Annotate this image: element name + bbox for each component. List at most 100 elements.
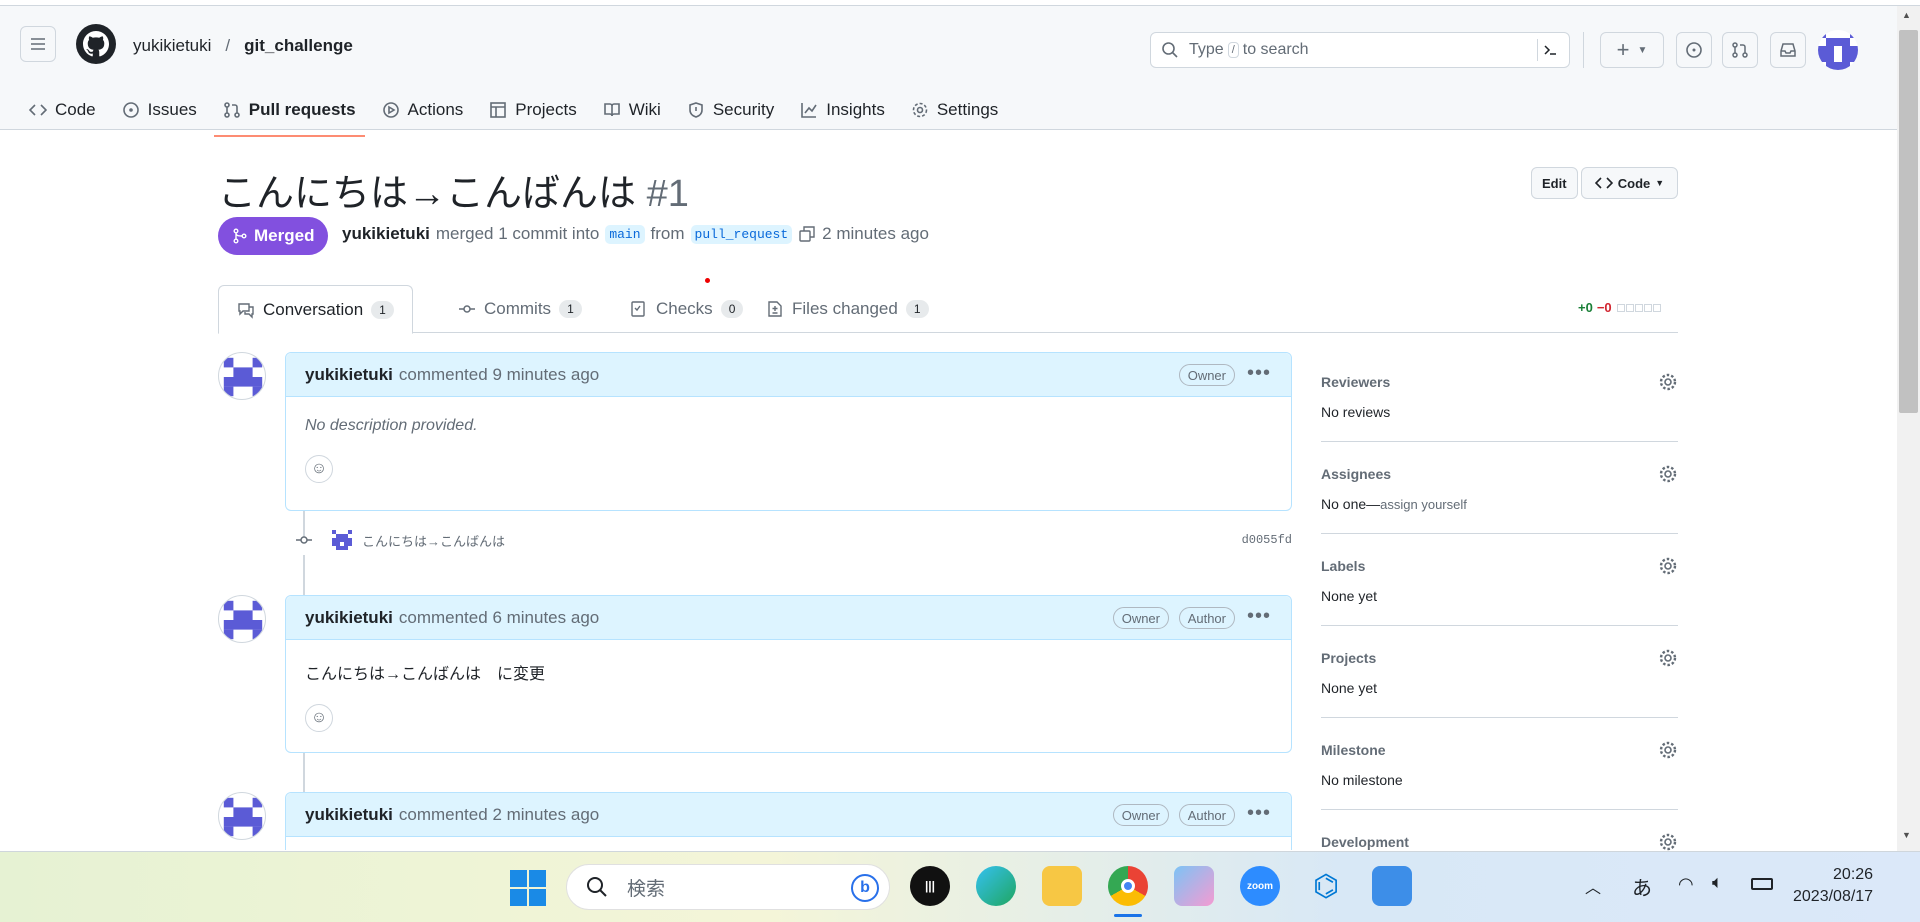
inbox-icon — [1780, 43, 1796, 57]
pull-requests-button[interactable] — [1722, 32, 1758, 68]
search-input[interactable]: Type / to search — [1150, 32, 1570, 68]
smiley-icon[interactable]: ☺ — [305, 455, 333, 483]
tab-files-changed-label: Files changed — [792, 299, 898, 318]
kebab-horizontal-icon[interactable]: ••• — [1247, 362, 1271, 385]
assign-yourself-link[interactable]: assign yourself — [1380, 497, 1467, 512]
copy-icon[interactable] — [798, 225, 816, 243]
base-branch[interactable]: main — [605, 224, 645, 244]
inbox-button[interactable] — [1770, 32, 1806, 68]
diffstat-additions: +0 — [1578, 300, 1593, 315]
gear-icon[interactable] — [1658, 648, 1678, 668]
head-branch[interactable]: pull_request — [690, 224, 793, 244]
tab-conversation[interactable]: Conversation 1 — [218, 285, 413, 334]
gear-icon — [912, 102, 928, 118]
code-dropdown-button[interactable]: Code ▼ — [1581, 167, 1678, 199]
bing-icon[interactable]: b — [851, 874, 879, 902]
git-pull-request-icon — [223, 102, 240, 118]
menu-button[interactable] — [20, 26, 56, 62]
vscode-icon[interactable]: ⌬ — [1306, 866, 1346, 906]
tab-code-label: Code — [55, 100, 96, 119]
volume-icon[interactable]: 🔈︎ — [1712, 872, 1723, 893]
commit-sha[interactable]: d0055fd — [1242, 533, 1292, 547]
checklist-icon — [631, 301, 645, 317]
avatar[interactable] — [218, 595, 266, 643]
status-badge-label: Merged — [254, 226, 315, 245]
sidebar-milestone: Milestone No milestone — [1321, 718, 1678, 810]
avatar[interactable] — [218, 792, 266, 840]
smiley-icon[interactable]: ☺ — [305, 704, 333, 732]
scroll-down-icon[interactable]: ▼ — [1902, 830, 1911, 840]
sidebar-heading[interactable]: Development — [1321, 834, 1409, 850]
edit-button[interactable]: Edit — [1531, 167, 1578, 199]
sidebar-heading[interactable]: Assignees — [1321, 466, 1391, 482]
cursor-dot — [705, 278, 710, 283]
graph-icon — [801, 103, 817, 118]
tab-insights[interactable]: Insights — [791, 90, 894, 130]
tab-wiki[interactable]: Wiki — [594, 90, 670, 130]
comment-action: commented — [398, 607, 488, 627]
edge-icon[interactable] — [976, 866, 1016, 906]
commit-avatar[interactable] — [332, 530, 352, 550]
tab-issues[interactable]: Issues — [113, 90, 206, 130]
paint-icon[interactable] — [1174, 866, 1214, 906]
tab-checks[interactable]: Checks 0 — [612, 285, 761, 333]
pr-author-link[interactable]: yukikietuki — [342, 224, 430, 244]
sidebar-heading[interactable]: Projects — [1321, 650, 1376, 666]
gear-icon[interactable] — [1658, 556, 1678, 576]
comment-header: yukikietuki commented 9 minutes ago Owne… — [286, 353, 1291, 397]
pr-from-text: from — [650, 224, 685, 243]
sidebar-heading[interactable]: Labels — [1321, 558, 1365, 574]
gear-icon[interactable] — [1658, 464, 1678, 484]
kebab-horizontal-icon[interactable]: ••• — [1247, 802, 1271, 825]
plus-icon: + — [1616, 37, 1630, 62]
tab-settings[interactable]: Settings — [902, 90, 1007, 130]
tab-pull-requests[interactable]: Pull requests — [213, 90, 365, 137]
app-icon-voice[interactable]: ||| — [910, 866, 950, 906]
owner-link[interactable]: yukikietuki — [133, 36, 211, 56]
wifi-icon[interactable]: ◠ — [1678, 874, 1694, 895]
tab-projects[interactable]: Projects — [480, 90, 585, 130]
clock[interactable]: 20:26 2023/08/17 — [1793, 864, 1873, 908]
battery-icon[interactable] — [1751, 878, 1773, 890]
tab-wiki-label: Wiki — [628, 100, 661, 119]
github-logo-icon[interactable] — [76, 24, 116, 64]
comment-time[interactable]: 9 minutes ago — [492, 365, 599, 385]
ime-indicator[interactable]: あ — [1632, 872, 1652, 901]
tab-commits-label: Commits — [484, 299, 552, 318]
comment-author[interactable]: yukikietuki — [305, 608, 393, 628]
tab-code[interactable]: Code — [20, 90, 105, 130]
code-dropdown-label: Code — [1617, 175, 1651, 191]
avatar[interactable] — [218, 352, 266, 400]
windows-start-icon[interactable] — [510, 870, 546, 906]
comment-time[interactable]: 6 minutes ago — [492, 608, 599, 628]
tab-files-changed[interactable]: Files changed 1 — [748, 285, 947, 333]
git-commit-icon — [459, 305, 475, 313]
tab-security[interactable]: Security — [678, 90, 783, 130]
tab-checks-count: 0 — [720, 300, 744, 318]
chevron-up-icon[interactable]: ︿ — [1585, 874, 1601, 898]
commit-message[interactable]: こんにちは→こんばんは — [362, 531, 505, 550]
command-palette-icon[interactable] — [1537, 39, 1561, 61]
comment-author[interactable]: yukikietuki — [305, 365, 393, 385]
gear-icon[interactable] — [1658, 740, 1678, 760]
issues-button[interactable] — [1676, 32, 1712, 68]
scroll-up-icon[interactable]: ▲ — [1902, 10, 1911, 20]
tab-actions[interactable]: Actions — [373, 90, 473, 130]
kebab-horizontal-icon[interactable]: ••• — [1247, 605, 1271, 628]
comment-author[interactable]: yukikietuki — [305, 805, 393, 825]
create-new-button[interactable]: + ▼ — [1600, 32, 1664, 68]
tab-commits[interactable]: Commits 1 — [440, 285, 600, 333]
repo-link[interactable]: git_challenge — [244, 36, 353, 56]
sidebar-heading[interactable]: Milestone — [1321, 742, 1386, 758]
gear-icon[interactable] — [1658, 372, 1678, 392]
comment-time[interactable]: 2 minutes ago — [492, 805, 599, 825]
gear-icon[interactable] — [1658, 832, 1678, 852]
sidebar-heading[interactable]: Reviewers — [1321, 374, 1390, 390]
scrollbar-thumb[interactable] — [1899, 30, 1918, 413]
user-avatar[interactable] — [1818, 30, 1858, 70]
file-explorer-icon[interactable] — [1042, 866, 1082, 906]
taskbar-search[interactable]: 検索 b — [566, 864, 890, 910]
chrome-icon[interactable] — [1108, 866, 1148, 906]
notepad-icon[interactable] — [1372, 866, 1412, 906]
zoom-icon[interactable]: zoom — [1240, 866, 1280, 906]
